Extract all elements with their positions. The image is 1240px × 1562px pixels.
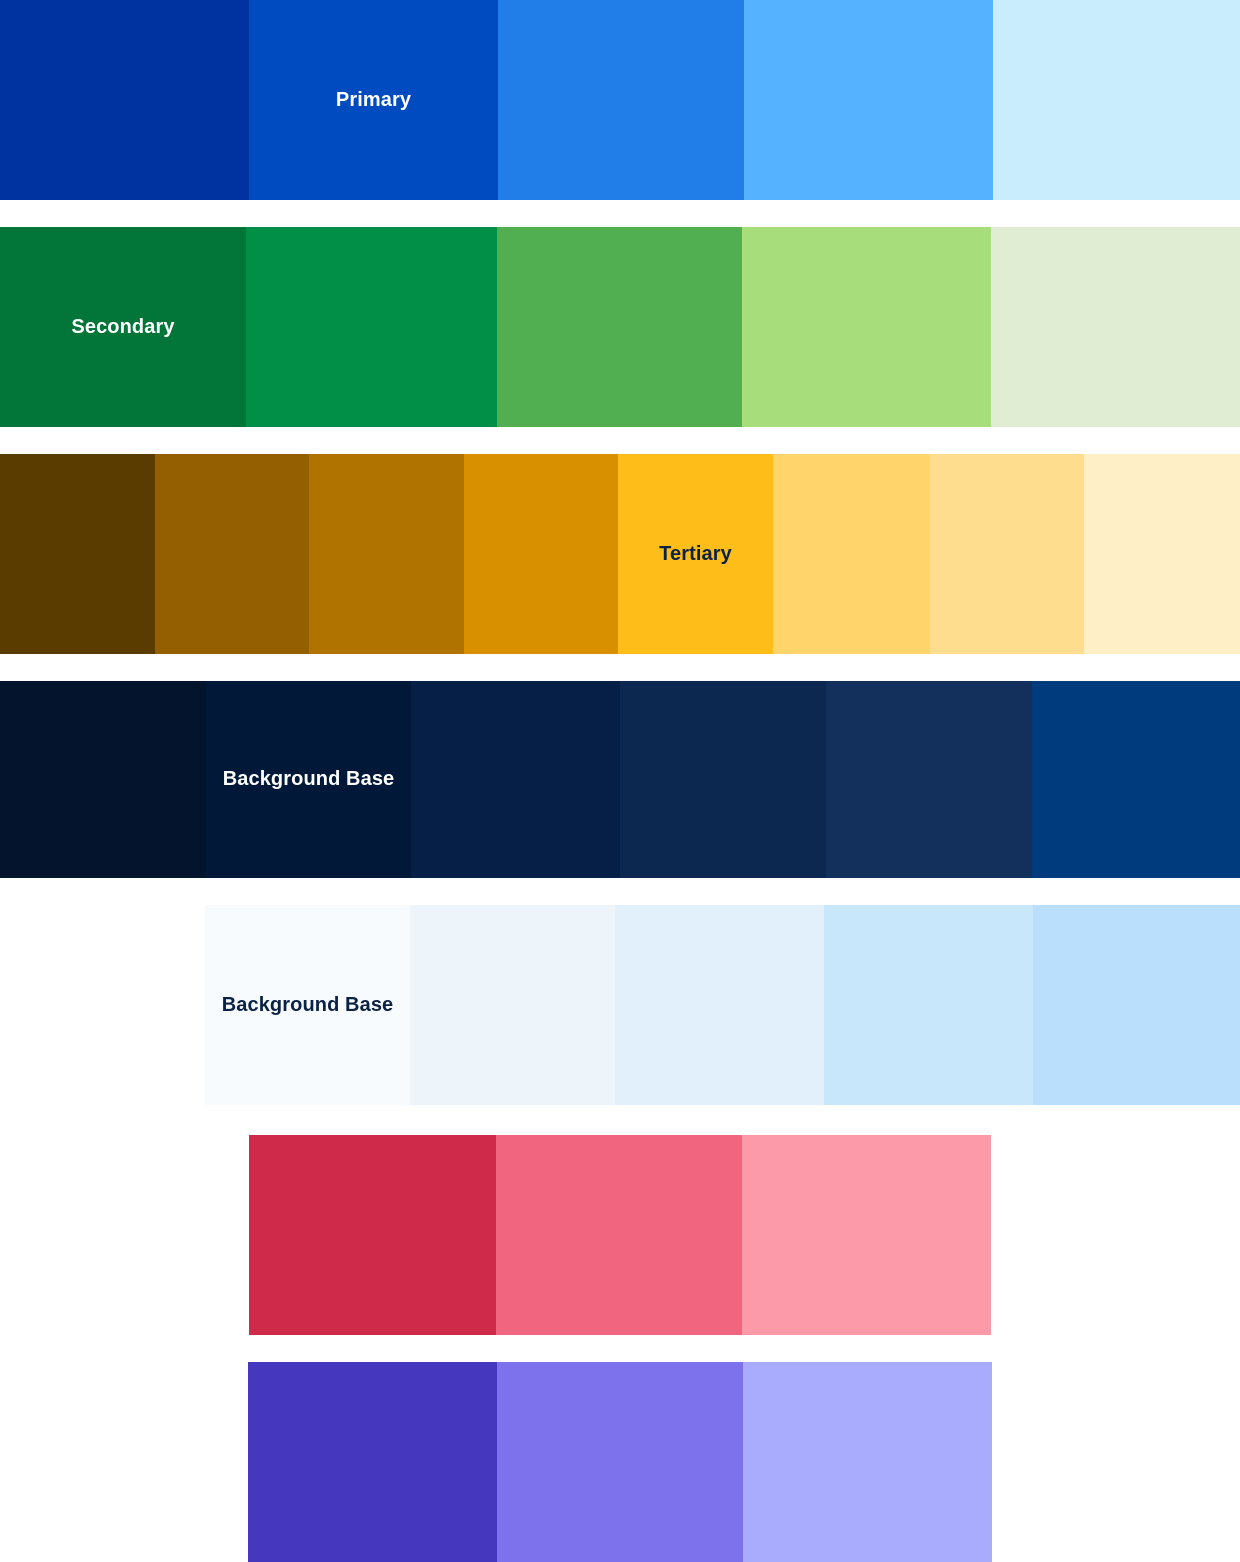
color-swatch [993,0,1240,200]
color-swatch [1032,681,1240,878]
color-swatch [496,1135,742,1335]
color-swatch: Background Base [205,905,410,1105]
color-swatch: Secondary [0,227,246,427]
color-swatch [991,227,1240,427]
color-swatch [826,681,1032,878]
color-swatch [0,0,249,200]
palette-row-background-dark: Background Base [0,681,1240,878]
color-swatch [249,1135,496,1335]
color-swatch [743,1362,992,1562]
palette-row-secondary: Secondary [0,227,1240,427]
color-swatch [155,454,309,654]
swatch-label: Tertiary [659,542,732,565]
color-swatch [1033,905,1240,1105]
swatch-label: Background Base [221,993,394,1016]
color-swatch: Primary [249,0,498,200]
palette-row-tertiary: Tertiary [0,454,1240,654]
color-swatch [0,681,206,878]
swatch-label: Background Base [222,768,395,790]
color-swatch [930,454,1084,654]
color-swatch [742,227,991,427]
color-swatch [615,905,824,1105]
color-swatch [410,905,615,1105]
color-swatch [620,681,826,878]
color-swatch [497,227,742,427]
color-swatch [309,454,464,654]
color-swatch [464,454,618,654]
color-swatch [246,227,497,427]
color-swatch [248,1362,497,1562]
palette-row-purple [248,1362,992,1562]
palette-row-red [249,1135,991,1335]
swatch-label: Secondary [71,315,175,338]
color-swatch: Background Base [206,681,411,878]
color-swatch [744,0,993,200]
color-swatch [1084,454,1240,654]
palette-row-primary: Primary [0,0,1240,200]
color-swatch [742,1135,991,1335]
color-swatch: Tertiary [618,454,773,654]
color-swatch [498,0,744,200]
color-swatch [497,1362,743,1562]
palette-row-background-light: Background Base [205,905,1240,1105]
color-swatch [824,905,1033,1105]
color-swatch [411,681,620,878]
color-swatch [773,454,930,654]
color-swatch [0,454,155,654]
swatch-label: Primary [335,88,412,111]
